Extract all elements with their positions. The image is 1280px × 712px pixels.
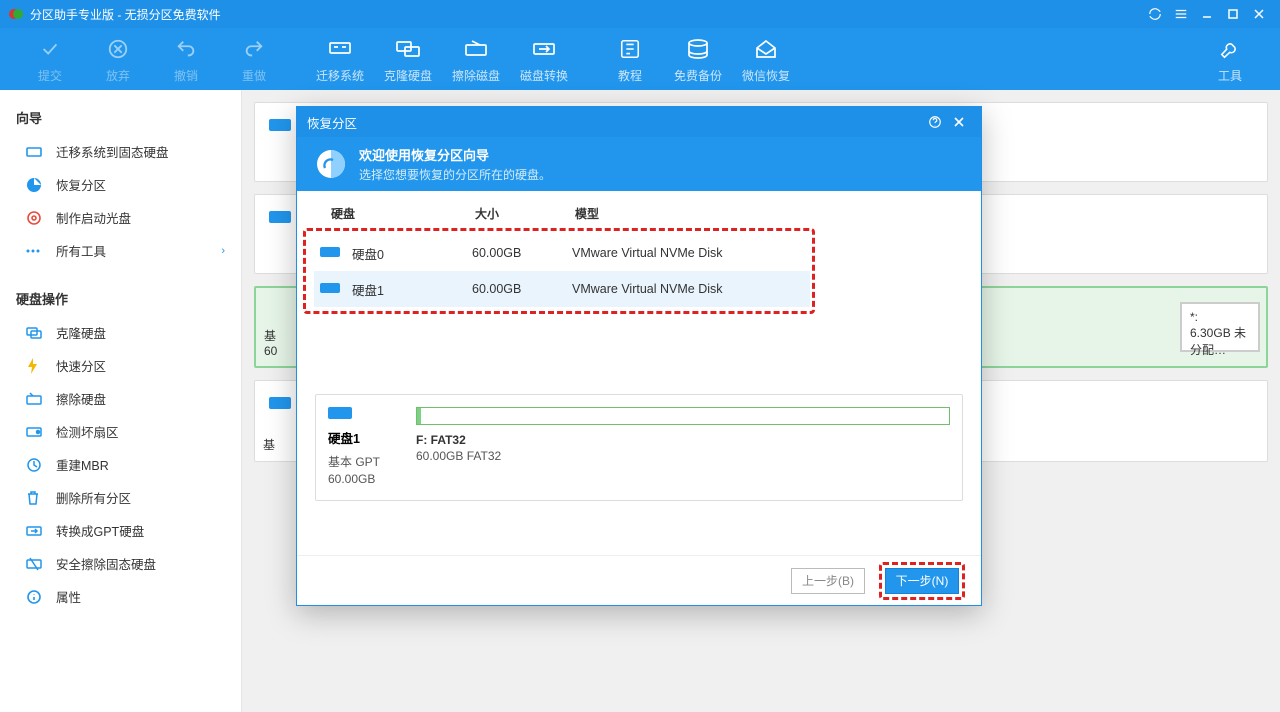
dialog-close-button[interactable] xyxy=(947,110,971,134)
sidebar-item-properties[interactable]: 属性 xyxy=(0,580,241,613)
disk-icon xyxy=(269,395,291,416)
discard-button[interactable]: 放弃 xyxy=(84,28,152,90)
commit-button[interactable]: 提交 xyxy=(16,28,84,90)
sidebar-item-delete-all[interactable]: 删除所有分区 xyxy=(0,481,241,514)
tutorial-button[interactable]: 教程 xyxy=(596,28,664,90)
clone-disk-button[interactable]: 克隆硬盘 xyxy=(374,28,442,90)
maximize-button[interactable] xyxy=(1220,4,1246,24)
disk-convert-button[interactable]: 磁盘转换 xyxy=(510,28,578,90)
tools-button[interactable]: 工具 xyxy=(1196,28,1264,90)
table-header: 硬盘 大小 模型 xyxy=(315,205,963,226)
dialog-titlebar: 恢复分区 xyxy=(297,107,981,137)
help-icon[interactable] xyxy=(923,110,947,134)
sidebar-item-all-tools[interactable]: 所有工具› xyxy=(0,234,241,267)
dialog-heading: 欢迎使用恢复分区向导 xyxy=(359,145,551,164)
chevron-right-icon: › xyxy=(221,245,225,257)
sidebar-item-secure-erase-ssd[interactable]: 安全擦除固态硬盘 xyxy=(0,547,241,580)
table-row[interactable]: 硬盘0 60.00GB VMware Virtual NVMe Disk xyxy=(314,235,810,271)
sidebar-item-rebuild-mbr[interactable]: 重建MBR xyxy=(0,448,241,481)
minimize-button[interactable] xyxy=(1194,4,1220,24)
dialog-subheading: 选择您想要恢复的分区所在的硬盘。 xyxy=(359,166,551,183)
menu-icon[interactable] xyxy=(1168,4,1194,24)
wipe-disk-button[interactable]: 擦除磁盘 xyxy=(442,28,510,90)
disk-icon xyxy=(320,245,342,262)
dialog-title: 恢复分区 xyxy=(307,113,923,132)
partition-label: F: FAT32 xyxy=(416,433,950,447)
sidebar-item-quick-partition[interactable]: 快速分区 xyxy=(0,349,241,382)
recover-partition-dialog: 恢复分区 欢迎使用恢复分区向导 选择您想要恢复的分区所在的硬盘。 硬盘 大小 模… xyxy=(296,106,982,606)
sidebar: 向导 迁移系统到固态硬盘 恢复分区 制作启动光盘 所有工具› 硬盘操作 克隆硬盘… xyxy=(0,90,242,712)
refresh-icon[interactable] xyxy=(1142,4,1168,24)
sidebar-item-recover-partition[interactable]: 恢复分区 xyxy=(0,168,241,201)
highlighted-next: 下一步(N) xyxy=(879,562,965,600)
titlebar: 分区助手专业版 - 无损分区免费软件 xyxy=(0,0,1280,28)
window-title: 分区助手专业版 - 无损分区免费软件 xyxy=(30,6,1142,23)
migrate-os-button[interactable]: 迁移系统 xyxy=(306,28,374,90)
disk-icon xyxy=(269,209,291,230)
sidebar-item-bad-sector[interactable]: 检测坏扇区 xyxy=(0,415,241,448)
free-backup-button[interactable]: 免费备份 xyxy=(664,28,732,90)
highlighted-disk-list: 硬盘0 60.00GB VMware Virtual NVMe Disk 硬盘1… xyxy=(303,228,815,314)
main-toolbar: 提交 放弃 撤销 重做 迁移系统 克隆硬盘 擦除磁盘 磁盘转换 教程 免费备份 … xyxy=(0,28,1280,90)
sidebar-item-migrate-ssd[interactable]: 迁移系统到固态硬盘 xyxy=(0,135,241,168)
wechat-recover-button[interactable]: 微信恢复 xyxy=(732,28,800,90)
wizard-icon xyxy=(315,148,347,180)
close-button[interactable] xyxy=(1246,4,1272,24)
disk-icon xyxy=(269,117,291,138)
disk-preview: 硬盘1 基本 GPT 60.00GB F: FAT32 60.00GB FAT3… xyxy=(315,394,963,501)
sidebar-item-boot-cd[interactable]: 制作启动光盘 xyxy=(0,201,241,234)
dialog-footer: 上一步(B) 下一步(N) xyxy=(297,555,981,605)
partition-bar xyxy=(416,407,950,425)
redo-button[interactable]: 重做 xyxy=(220,28,288,90)
next-button[interactable]: 下一步(N) xyxy=(885,568,959,594)
sidebar-item-convert-gpt[interactable]: 转换成GPT硬盘 xyxy=(0,514,241,547)
disk-icon xyxy=(328,408,352,425)
dialog-header: 欢迎使用恢复分区向导 选择您想要恢复的分区所在的硬盘。 xyxy=(297,137,981,191)
sidebar-section-disk-ops: 硬盘操作 xyxy=(0,281,241,316)
sidebar-item-wipe-disk[interactable]: 擦除硬盘 xyxy=(0,382,241,415)
unallocated-label: *: xyxy=(1190,310,1250,324)
back-button[interactable]: 上一步(B) xyxy=(791,568,865,594)
sidebar-section-wizard: 向导 xyxy=(0,100,241,135)
partition-size: 60.00GB FAT32 xyxy=(416,449,950,463)
disk-icon xyxy=(320,281,342,298)
sidebar-item-clone-disk[interactable]: 克隆硬盘 xyxy=(0,316,241,349)
undo-button[interactable]: 撤销 xyxy=(152,28,220,90)
app-logo-icon xyxy=(8,6,24,22)
dialog-body: 硬盘 大小 模型 硬盘0 60.00GB VMware Virtual NVMe… xyxy=(297,191,981,555)
table-row[interactable]: 硬盘1 60.00GB VMware Virtual NVMe Disk xyxy=(314,271,810,307)
disk-table: 硬盘 大小 模型 硬盘0 60.00GB VMware Virtual NVMe… xyxy=(315,205,963,314)
